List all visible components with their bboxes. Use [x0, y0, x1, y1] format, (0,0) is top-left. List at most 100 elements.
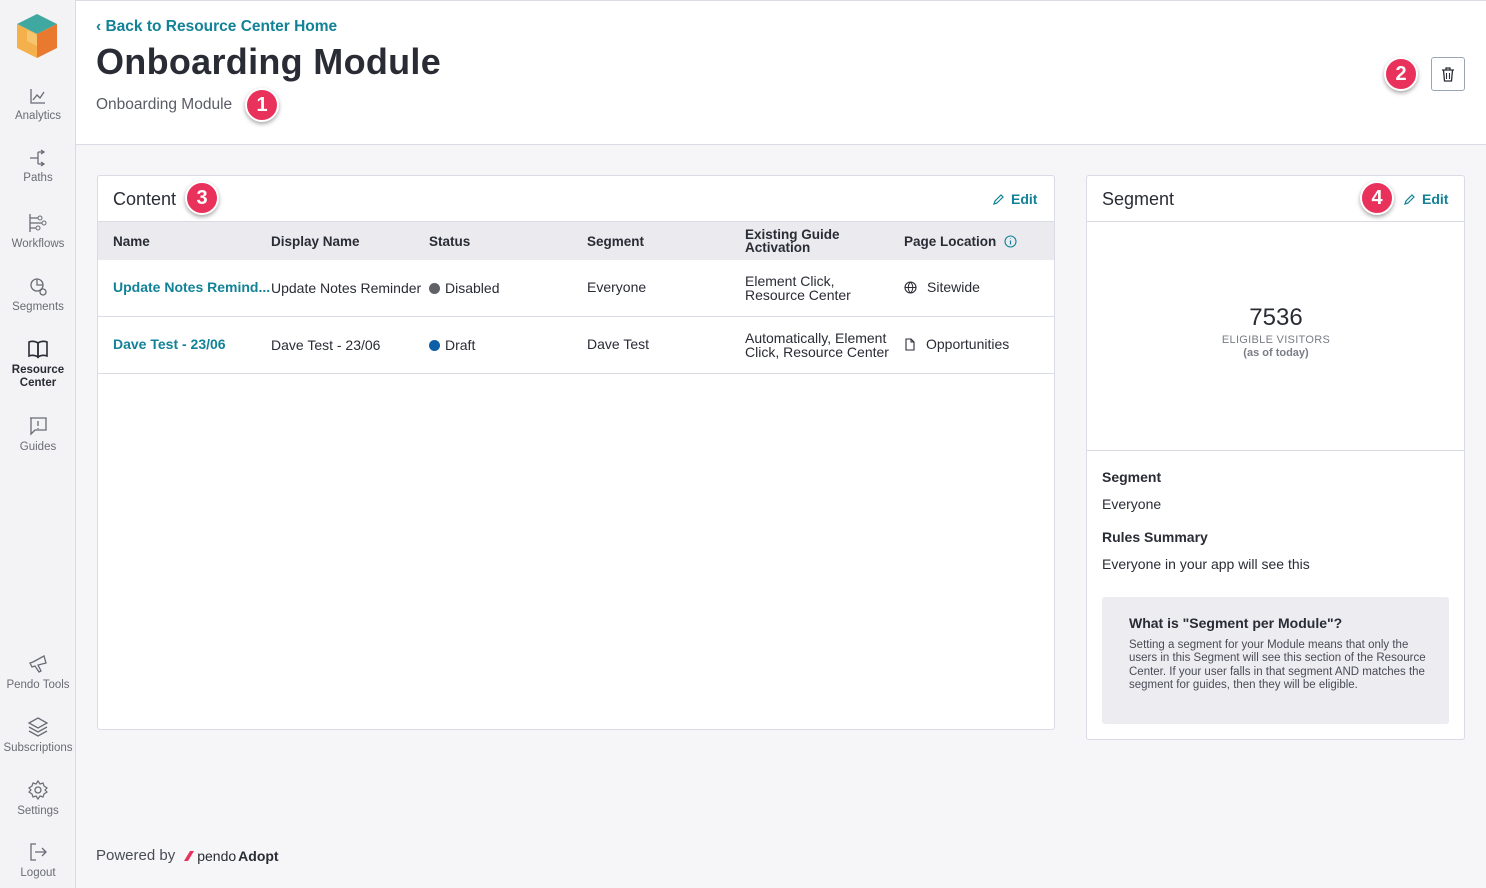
annotation-badge-3: 3: [185, 181, 219, 215]
sidebar-item-settings[interactable]: Settings: [0, 779, 76, 817]
row-activation: Element Click, Resource Center: [745, 273, 851, 303]
content-edit-button[interactable]: Edit: [993, 191, 1037, 207]
column-header-status[interactable]: Status: [429, 235, 470, 249]
sidebar-item-paths[interactable]: Paths: [0, 148, 76, 184]
row-status: Draft: [429, 337, 476, 353]
sidebar: Analytics Paths Workflows Segments Resou…: [0, 0, 76, 888]
info-box-title: What is "Segment per Module"?: [1129, 615, 1343, 631]
content-card-title: Content: [113, 189, 177, 209]
column-header-activation[interactable]: Existing Guide Activation: [745, 228, 865, 255]
sidebar-item-label: Settings: [17, 805, 59, 817]
divider: [1087, 221, 1464, 222]
row-segment: Dave Test: [587, 336, 649, 352]
sidebar-item-label: Pendo Tools: [6, 679, 70, 691]
sidebar-item-guides[interactable]: Guides: [0, 415, 76, 453]
as-of-today-label: (as of today): [1243, 347, 1309, 359]
workflows-icon: [29, 214, 47, 232]
status-dot-draft: [429, 340, 440, 351]
sidebar-item-label: Analytics: [14, 110, 62, 122]
segment-field-value: Everyone: [1102, 496, 1162, 512]
content-card: Content Edit Name Display Name Status Se…: [97, 175, 1055, 730]
status-dot-disabled: [429, 283, 440, 294]
info-icon[interactable]: [1004, 235, 1017, 248]
sidebar-item-analytics[interactable]: Analytics: [0, 86, 76, 122]
page-header: ‹ Back to Resource Center Home Onboardin…: [76, 0, 1486, 145]
sidebar-item-pendo-tools[interactable]: Pendo Tools: [0, 653, 76, 691]
pencil-icon: [1404, 194, 1415, 205]
row-page-location: Sitewide: [904, 279, 980, 295]
pendo-logo-icon[interactable]: [13, 12, 61, 62]
status-label: Disabled: [445, 280, 500, 296]
segment-info-box: What is "Segment per Module"? Setting a …: [1102, 597, 1449, 724]
edit-label: Edit: [1422, 191, 1449, 207]
sidebar-item-segments[interactable]: Segments: [0, 277, 76, 313]
powered-by-label: Powered by: [96, 847, 176, 864]
column-header-name[interactable]: Name: [113, 235, 150, 249]
annotation-badge-2: 2: [1384, 57, 1418, 91]
sidebar-item-label: Paths: [23, 172, 53, 184]
book-open-icon: [28, 340, 48, 359]
sidebar-item-label: Workflows: [11, 238, 65, 250]
chart-line-icon: [30, 89, 45, 104]
edit-label: Edit: [1011, 191, 1038, 207]
product-name: Adopt: [238, 847, 279, 864]
gear-icon: [28, 779, 48, 801]
sidebar-item-workflows[interactable]: Workflows: [0, 212, 76, 250]
megaphone-icon: [29, 655, 47, 673]
row-segment: Everyone: [587, 279, 647, 295]
annotation-badge-4: 4: [1360, 181, 1394, 215]
footer: Powered by pendo Adopt: [96, 847, 279, 864]
sidebar-item-subscriptions[interactable]: Subscriptions: [0, 716, 76, 754]
trash-icon: [1442, 66, 1454, 82]
sidebar-item-label: Resource Center: [11, 364, 65, 389]
segments-icon: [30, 278, 47, 296]
segment-field-label: Segment: [1102, 469, 1162, 485]
back-to-resource-center-link[interactable]: ‹ Back to Resource Center Home: [96, 18, 337, 36]
row-name-link[interactable]: Update Notes Remind...: [113, 280, 270, 295]
sidebar-item-label: Guides: [19, 441, 57, 453]
page-location-label: Opportunities: [926, 336, 1010, 352]
logout-icon: [30, 843, 47, 861]
sidebar-item-resource-center[interactable]: Resource Center: [0, 338, 76, 390]
segment-card: Segment Edit 7536 ELIGIBLE VISITORS (as …: [1086, 175, 1465, 740]
page-subtitle: Onboarding Module: [96, 96, 233, 113]
column-header-label: Page Location: [904, 234, 997, 249]
column-header-page-location[interactable]: Page Location: [904, 235, 1017, 248]
pencil-icon: [993, 194, 1004, 205]
layers-icon: [27, 717, 49, 737]
sidebar-item-label: Subscriptions: [3, 742, 73, 754]
segment-card-title: Segment: [1102, 189, 1175, 209]
annotation-badge-1: 1: [245, 88, 279, 122]
row-activation: Automatically, Element Click, Resource C…: [745, 330, 889, 360]
row-name-link[interactable]: Dave Test - 23/06: [113, 337, 226, 352]
column-header-segment[interactable]: Segment: [587, 235, 644, 249]
paths-icon: [30, 149, 46, 167]
table-header: Name Display Name Status Segment Existin…: [98, 222, 1054, 260]
brand-name: pendo: [197, 847, 237, 864]
page-title: Onboarding Module: [96, 41, 442, 82]
page-icon: [905, 338, 915, 351]
row-page-location: Opportunities: [904, 336, 1010, 352]
eligible-visitor-count: 7536: [1249, 304, 1303, 331]
row-display-name: Update Notes Reminder: [271, 280, 422, 296]
eligible-visitors-label: ELIGIBLE VISITORS: [1221, 334, 1331, 346]
info-box-text: Setting a segment for your Module means …: [1129, 639, 1426, 691]
divider: [1087, 450, 1464, 451]
table-row[interactable]: Update Notes Remind... Update Notes Remi…: [98, 260, 1054, 317]
page-location-label: Sitewide: [927, 279, 980, 295]
sidebar-item-label: Logout: [20, 867, 56, 879]
sidebar-item-logout[interactable]: Logout: [0, 841, 76, 879]
rules-summary-value: Everyone in your app will see this: [1102, 556, 1310, 572]
table-row[interactable]: Dave Test - 23/06 Dave Test - 23/06 Draf…: [98, 317, 1054, 374]
sidebar-item-label: Segments: [12, 301, 64, 313]
status-label: Draft: [445, 337, 476, 353]
segment-edit-button[interactable]: Edit: [1404, 191, 1448, 207]
rules-summary-label: Rules Summary: [1102, 529, 1208, 545]
pendo-adopt-logo: pendo Adopt: [183, 847, 279, 864]
column-header-display-name[interactable]: Display Name: [271, 235, 360, 249]
delete-module-button[interactable]: [1431, 57, 1465, 91]
guides-icon: [30, 417, 47, 436]
row-status: Disabled: [429, 280, 500, 296]
pendo-mark-icon: [184, 850, 195, 861]
globe-icon: [904, 281, 917, 294]
